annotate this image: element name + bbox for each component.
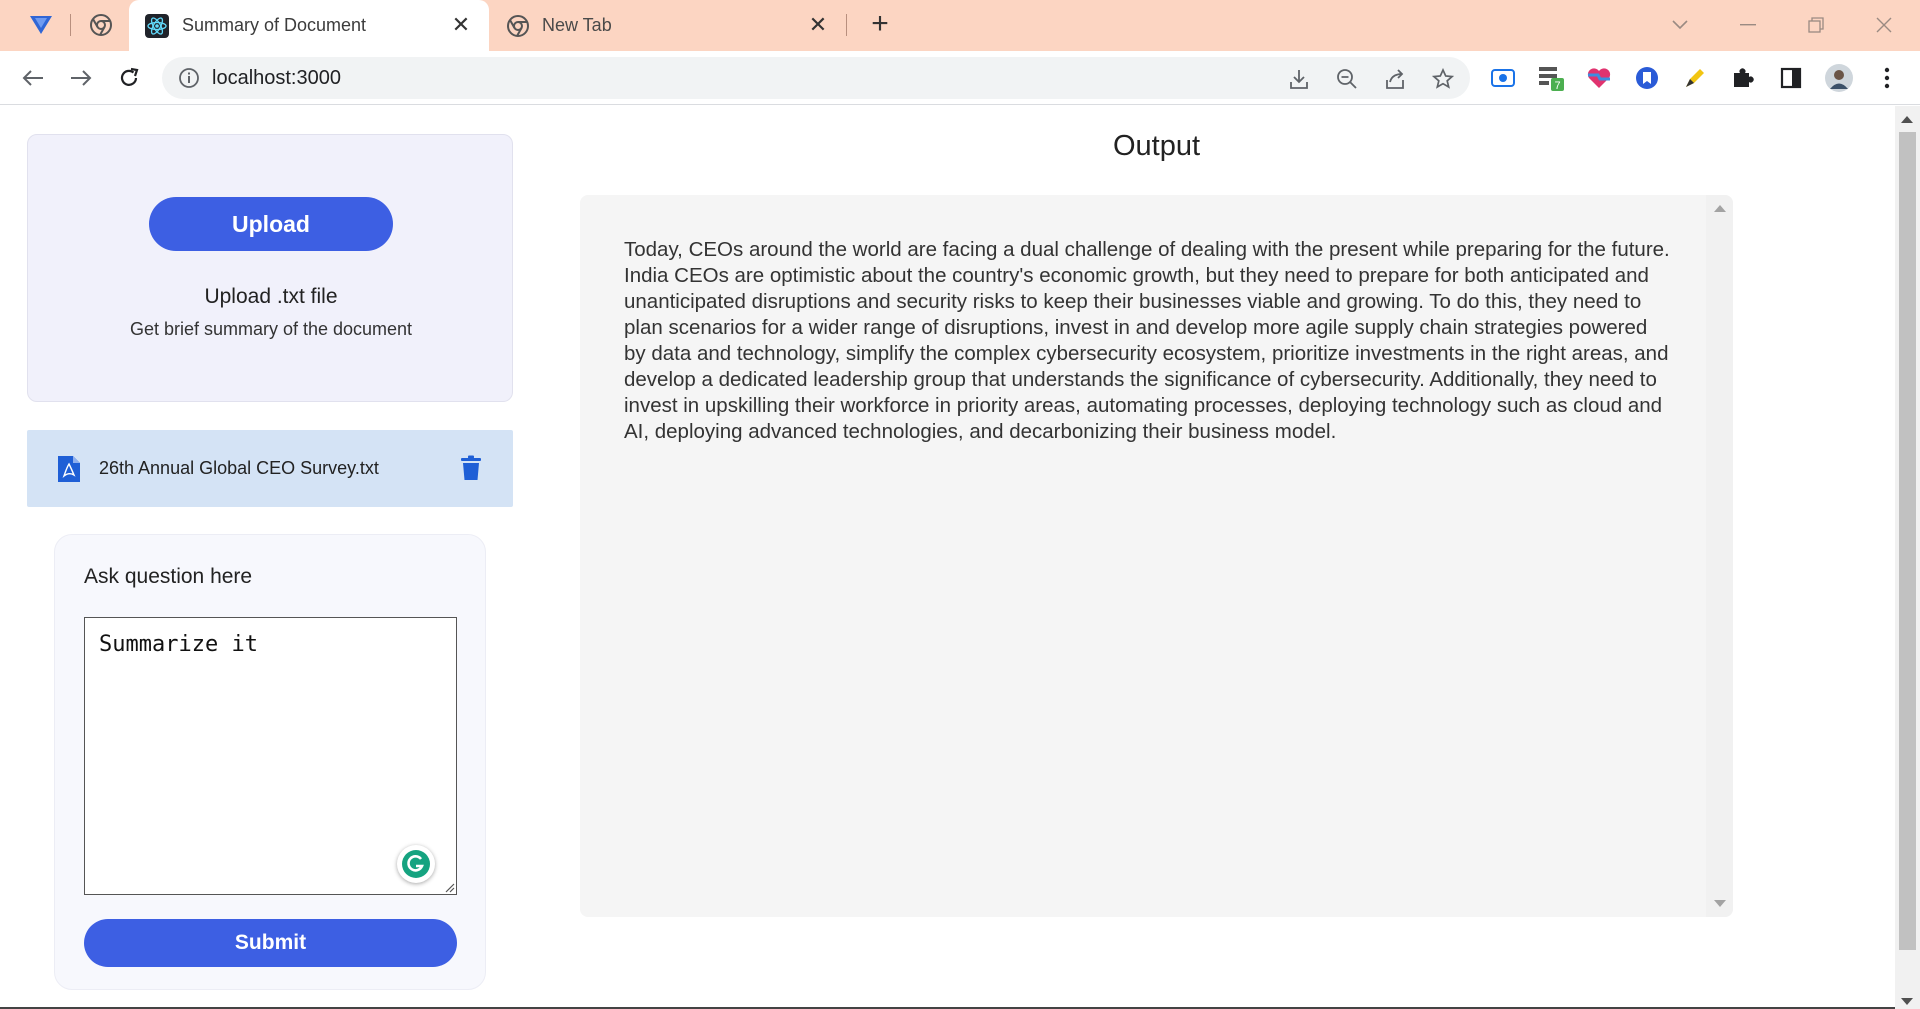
resize-handle-icon[interactable] [443, 881, 455, 893]
page-scrollbar[interactable] [1895, 106, 1920, 1009]
highlighter-extension-icon[interactable] [1681, 64, 1709, 92]
output-scrollbar[interactable] [1706, 195, 1733, 917]
chrome-menu-kebab-icon[interactable] [1873, 64, 1901, 92]
upload-button[interactable]: Upload [149, 197, 393, 251]
grammarly-icon[interactable] [397, 845, 435, 883]
new-tab-plus-icon[interactable]: + [866, 9, 894, 39]
minimize-icon[interactable] [1734, 12, 1762, 38]
upload-card: Upload Upload .txt file Get brief summar… [27, 134, 513, 402]
side-panel-icon[interactable] [1777, 64, 1805, 92]
tab-separator [846, 14, 847, 36]
tab-search-chevron-icon[interactable] [1666, 12, 1694, 38]
output-panel: Today, CEOs around the world are facing … [580, 195, 1733, 917]
tab-close-icon[interactable]: ✕ [449, 13, 473, 37]
tab-close-icon[interactable]: ✕ [806, 13, 830, 37]
screen-record-extension-icon[interactable] [1489, 64, 1517, 92]
bookmark-extension-icon[interactable] [1633, 64, 1661, 92]
tab-manager-extension-icon[interactable]: 7 [1537, 64, 1565, 92]
chrome-icon [506, 14, 530, 38]
site-info-icon[interactable] [178, 67, 200, 89]
tab-separator [70, 14, 71, 36]
tab-strip: Summary of Document ✕ New Tab ✕ + [0, 0, 1920, 51]
scroll-down-arrow-icon[interactable] [1714, 900, 1726, 907]
tab-title: Summary of Document [182, 15, 367, 35]
scrollbar-thumb[interactable] [1899, 132, 1916, 950]
bookmark-star-icon[interactable] [1430, 66, 1456, 92]
back-arrow-icon[interactable] [19, 64, 47, 92]
trash-icon[interactable] [459, 455, 483, 481]
install-app-icon[interactable] [1286, 66, 1312, 92]
scroll-up-arrow-icon[interactable] [1901, 116, 1913, 123]
ask-question-card: Ask question here Summarize it Submit [54, 534, 486, 990]
browser-toolbar: localhost:3000 7 [0, 51, 1920, 105]
share-icon[interactable] [1382, 66, 1408, 92]
output-heading: Output [1112, 130, 1201, 162]
tab-summary-of-document[interactable]: Summary of Document ✕ [129, 0, 489, 51]
address-bar[interactable]: localhost:3000 [162, 57, 1470, 99]
scroll-up-arrow-icon[interactable] [1714, 205, 1726, 212]
restore-icon[interactable] [1802, 12, 1830, 38]
question-label: Ask question here [84, 565, 253, 588]
summary-text: Today, CEOs around the world are facing … [624, 238, 1670, 443]
react-icon [145, 14, 169, 38]
extension-badge: 7 [1554, 80, 1560, 92]
zoom-out-icon[interactable] [1334, 66, 1360, 92]
heart-extension-icon[interactable] [1585, 64, 1613, 92]
file-name: 26th Annual Global CEO Survey.txt [99, 458, 379, 478]
reload-icon[interactable] [115, 64, 143, 92]
url-text: localhost:3000 [212, 67, 341, 89]
page-content: Upload Upload .txt file Get brief summar… [0, 106, 1920, 1009]
forward-arrow-icon[interactable] [67, 64, 95, 92]
submit-button[interactable]: Submit [84, 919, 457, 967]
scroll-down-arrow-icon[interactable] [1901, 998, 1913, 1005]
tab-new-tab[interactable]: New Tab ✕ [490, 0, 846, 51]
tab-title: New Tab [542, 15, 612, 35]
pdf-file-icon [58, 456, 80, 482]
uploaded-file-item: 26th Annual Global CEO Survey.txt [27, 430, 513, 507]
profile-avatar[interactable] [1825, 64, 1853, 92]
funnel-extension-icon[interactable] [28, 12, 54, 38]
upload-title: Upload .txt file [204, 285, 338, 308]
chrome-icon[interactable] [88, 12, 114, 38]
extensions-puzzle-icon[interactable] [1729, 64, 1757, 92]
upload-subtitle: Get brief summary of the document [129, 319, 413, 339]
close-window-icon[interactable] [1870, 12, 1898, 38]
